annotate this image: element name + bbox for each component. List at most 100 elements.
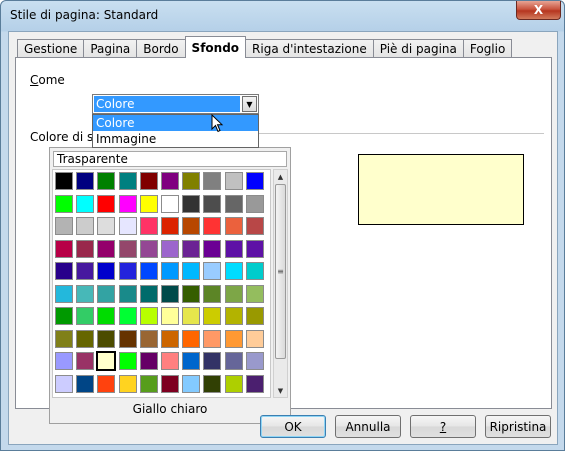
color-swatch[interactable]: [118, 329, 137, 348]
color-swatch[interactable]: [97, 262, 116, 280]
tab-gestione[interactable]: Gestione: [17, 39, 85, 58]
color-swatch[interactable]: [161, 307, 179, 325]
cancel-button[interactable]: Annulla: [335, 415, 401, 438]
color-swatch[interactable]: [139, 329, 158, 348]
color-swatch[interactable]: [97, 284, 116, 303]
color-swatch[interactable]: [76, 329, 95, 348]
color-swatch[interactable]: [224, 217, 243, 235]
color-swatch[interactable]: [139, 172, 158, 190]
color-swatch[interactable]: [245, 262, 264, 280]
color-swatch[interactable]: [182, 217, 201, 235]
chevron-down-icon[interactable]: ▼: [242, 96, 257, 112]
color-swatch[interactable]: [76, 284, 95, 303]
color-swatch[interactable]: [161, 262, 179, 280]
color-swatch[interactable]: [182, 172, 201, 190]
color-swatch[interactable]: [203, 239, 222, 258]
color-swatch[interactable]: [161, 172, 179, 190]
color-swatch[interactable]: [203, 352, 222, 370]
color-swatch[interactable]: [118, 307, 137, 325]
color-swatch[interactable]: [203, 307, 222, 325]
color-swatch[interactable]: [139, 262, 158, 280]
color-swatch[interactable]: [161, 217, 179, 235]
color-swatch[interactable]: [245, 194, 264, 213]
color-swatch[interactable]: [203, 262, 222, 280]
scroll-up-icon[interactable]: ▲: [274, 170, 287, 183]
scroll-down-icon[interactable]: ▼: [274, 384, 287, 397]
color-swatch[interactable]: [118, 284, 137, 303]
color-swatch[interactable]: [245, 172, 264, 190]
color-swatch[interactable]: [224, 352, 243, 370]
color-swatch[interactable]: [76, 239, 95, 258]
tab-foglio[interactable]: Foglio: [462, 39, 513, 58]
reset-button[interactable]: Ripristina: [485, 415, 551, 438]
color-swatch[interactable]: [76, 172, 95, 190]
color-swatch[interactable]: [76, 217, 95, 235]
color-swatch[interactable]: [139, 352, 158, 370]
color-swatch[interactable]: [224, 307, 243, 325]
color-swatch[interactable]: [55, 262, 73, 280]
color-swatch[interactable]: [139, 217, 158, 235]
color-swatch[interactable]: [245, 329, 264, 348]
dropdown-option-immagine[interactable]: Immagine: [93, 131, 258, 147]
color-swatch[interactable]: [182, 374, 201, 393]
color-swatch[interactable]: [245, 239, 264, 258]
tab-pie-di-pagina[interactable]: Piè di pagina: [372, 39, 464, 58]
color-swatch[interactable]: [97, 194, 116, 213]
color-swatch[interactable]: [224, 284, 243, 303]
color-swatch[interactable]: [224, 239, 243, 258]
palette-scrollbar[interactable]: ▲ ≡ ▼: [273, 169, 288, 398]
color-swatch[interactable]: [224, 194, 243, 213]
tab-sfondo[interactable]: Sfondo: [184, 36, 247, 58]
color-swatch[interactable]: [55, 329, 73, 348]
tab-riga-intestazione[interactable]: Riga d'intestazione: [245, 39, 374, 58]
color-swatch[interactable]: [245, 217, 264, 235]
color-swatch[interactable]: [182, 307, 201, 325]
color-swatch[interactable]: [97, 172, 116, 190]
color-swatch[interactable]: [139, 194, 158, 213]
color-swatch[interactable]: [118, 239, 137, 258]
color-swatch[interactable]: [224, 329, 243, 348]
color-swatch[interactable]: [245, 307, 264, 325]
color-swatch[interactable]: [139, 374, 158, 393]
color-swatch[interactable]: [182, 329, 201, 348]
color-swatch[interactable]: [203, 217, 222, 235]
color-swatch[interactable]: [55, 352, 73, 370]
color-swatch[interactable]: [55, 172, 73, 190]
help-button[interactable]: ?: [410, 415, 476, 438]
scrollbar-thumb[interactable]: ≡: [275, 184, 286, 359]
color-swatch[interactable]: [203, 194, 222, 213]
color-swatch[interactable]: [118, 262, 137, 280]
color-swatch[interactable]: [55, 194, 73, 213]
color-swatch[interactable]: [55, 217, 73, 235]
color-swatch[interactable]: [118, 172, 137, 190]
color-swatch[interactable]: [245, 284, 264, 303]
dropdown-option-colore[interactable]: Colore: [93, 115, 258, 131]
tab-pagina[interactable]: Pagina: [83, 39, 138, 58]
color-swatch[interactable]: [161, 374, 179, 393]
color-swatch[interactable]: [203, 284, 222, 303]
color-swatch[interactable]: [224, 374, 243, 393]
color-swatch[interactable]: [182, 262, 201, 280]
color-swatch[interactable]: [118, 217, 137, 235]
close-button[interactable]: X: [516, 1, 561, 20]
transparent-option[interactable]: Trasparente: [53, 151, 287, 167]
color-swatch[interactable]: [161, 194, 179, 213]
ok-button[interactable]: OK: [260, 415, 326, 438]
color-swatch[interactable]: [161, 239, 179, 258]
color-swatch[interactable]: [76, 194, 95, 213]
color-swatch[interactable]: [118, 352, 137, 370]
color-swatch[interactable]: [139, 239, 158, 258]
color-swatch[interactable]: [224, 172, 243, 190]
color-swatch[interactable]: [97, 217, 116, 235]
color-swatch[interactable]: [76, 374, 95, 393]
color-swatch[interactable]: [139, 284, 158, 303]
color-swatch[interactable]: [76, 262, 95, 280]
color-swatch[interactable]: [203, 374, 222, 393]
color-swatch[interactable]: [96, 351, 117, 371]
color-swatch[interactable]: [55, 307, 73, 325]
color-swatch[interactable]: [161, 329, 179, 348]
color-swatch[interactable]: [55, 239, 73, 258]
color-swatch[interactable]: [76, 307, 95, 325]
color-swatch[interactable]: [245, 352, 264, 370]
color-swatch[interactable]: [97, 329, 116, 348]
